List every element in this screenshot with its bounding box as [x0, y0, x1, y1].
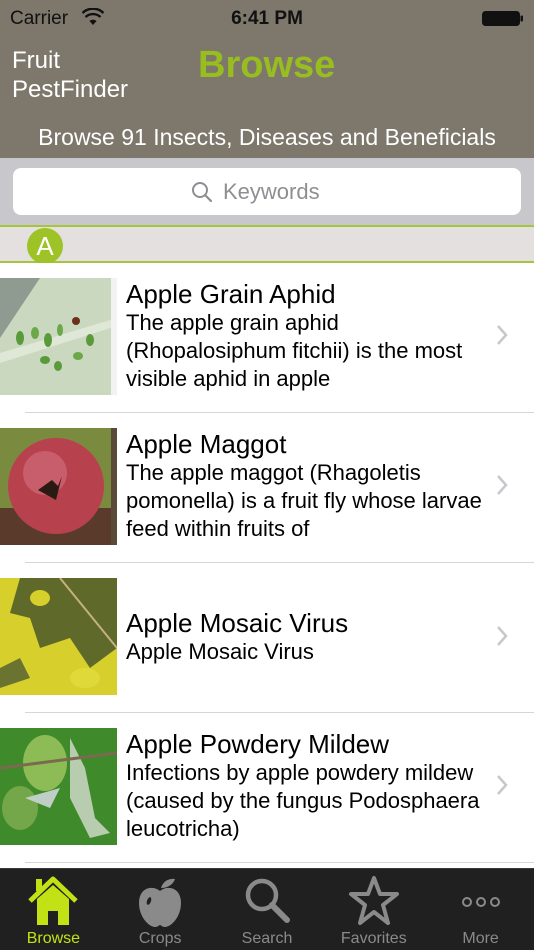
apple-maggot-thumbnail	[0, 428, 117, 545]
item-title: Apple Powdery Mildew	[126, 729, 390, 759]
list-item[interactable]: Apple Maggot The apple maggot (Rhagoleti…	[0, 413, 534, 563]
tab-search[interactable]: Search	[214, 869, 321, 950]
more-dots-icon	[461, 897, 500, 907]
tab-label: Browse	[26, 930, 81, 947]
house-icon	[28, 876, 79, 925]
list-item-text: Apple Powdery Mildew Infections by apple…	[126, 729, 486, 843]
tab-browse[interactable]: Browse	[0, 869, 107, 950]
list-item[interactable]: Apple Mosaic Virus Apple Mosaic Virus	[0, 563, 534, 713]
chevron-right-icon	[497, 626, 508, 646]
page-title: Browse	[198, 44, 336, 86]
item-title: Apple Grain Aphid	[126, 279, 336, 309]
magnifier-icon	[245, 878, 290, 923]
browse-subtitle: Browse 91 Insects, Diseases and Benefici…	[38, 124, 496, 150]
aphid-leaf-thumbnail	[0, 278, 117, 395]
status-bar: Carrier 6:41 PM	[0, 0, 534, 38]
tab-favorites[interactable]: Favorites	[320, 869, 427, 950]
app-name-line1: Fruit	[12, 47, 60, 74]
tab-label: Favorites	[340, 930, 407, 947]
item-title: Apple Maggot	[126, 429, 287, 459]
header: Carrier 6:41 PM Fruit PestFinder Browse …	[0, 0, 534, 158]
mosaic-virus-thumbnail	[0, 578, 117, 695]
section-header-a: A	[0, 225, 534, 264]
tab-bar: Browse Crops Search Favorites More	[0, 868, 534, 950]
search-icon	[192, 181, 213, 202]
search-input[interactable]	[223, 178, 343, 205]
chevron-right-icon	[497, 475, 508, 495]
clock: 6:41 PM	[231, 8, 303, 29]
battery-icon	[482, 11, 523, 26]
app-name: Fruit PestFinder	[12, 46, 152, 104]
section-letter-badge: A	[27, 228, 63, 264]
chevron-right-icon	[497, 325, 508, 345]
tab-label: More	[462, 930, 499, 947]
app-name-line2: PestFinder	[12, 76, 129, 103]
item-description: Infections by apple powdery mildew (caus…	[126, 760, 480, 841]
list-item-text: Apple Maggot The apple maggot (Rhagoleti…	[126, 429, 486, 543]
star-icon	[348, 876, 399, 925]
tab-label: Crops	[138, 930, 182, 947]
item-description: The apple maggot (Rhagoletis pomonella) …	[126, 460, 482, 541]
item-title: Apple Mosaic Virus	[126, 608, 349, 638]
powdery-mildew-thumbnail	[0, 728, 117, 845]
list-item-text: Apple Mosaic Virus Apple Mosaic Virus	[126, 608, 486, 666]
list-item-text: Apple Grain Aphid The apple grain aphid …	[126, 279, 486, 393]
apple-icon	[139, 878, 182, 927]
row-separator	[25, 862, 534, 863]
item-description: Apple Mosaic Virus	[126, 639, 314, 664]
chevron-right-icon	[497, 775, 508, 795]
list-item[interactable]: Apple Powdery Mildew Infections by apple…	[0, 713, 534, 863]
search-field[interactable]	[13, 168, 521, 215]
item-description: The apple grain aphid (Rhopalosiphum fit…	[126, 310, 463, 391]
tab-more[interactable]: More	[427, 869, 534, 950]
list-item[interactable]: Apple Grain Aphid The apple grain aphid …	[0, 263, 534, 413]
search-bar	[0, 158, 534, 226]
tab-crops[interactable]: Crops	[107, 869, 214, 950]
tab-label: Search	[241, 930, 293, 947]
pest-list: Apple Grain Aphid The apple grain aphid …	[0, 263, 534, 863]
